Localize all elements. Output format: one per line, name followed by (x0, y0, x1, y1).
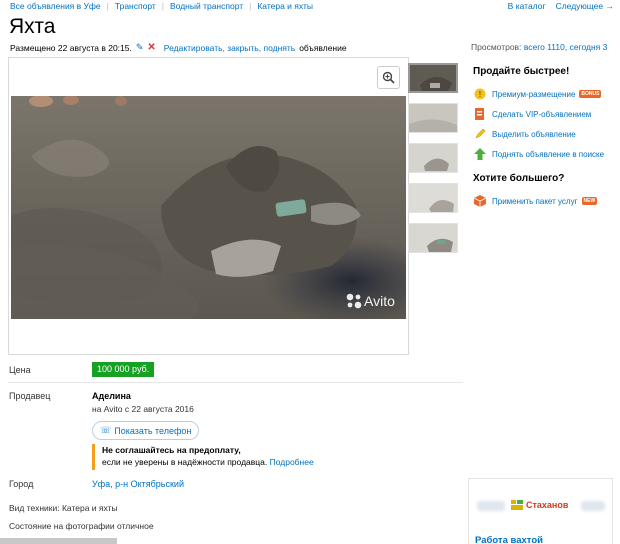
breadcrumb-water-transport[interactable]: Водный транспорт (170, 1, 243, 11)
warning-more-link[interactable]: Подробнее (270, 457, 314, 467)
ad-meta: Размещено 22 августа в 20:15. ✎ ✕ Редакт… (10, 42, 347, 53)
seller-name: Аделина (92, 391, 131, 401)
premium-icon: ! (473, 88, 486, 101)
breadcrumb-separator: | (106, 1, 109, 11)
svg-text:Avito: Avito (364, 293, 395, 309)
breadcrumb: Все объявления в Уфе | Транспорт | Водны… (10, 0, 313, 12)
pencil-icon[interactable]: ✎ (136, 42, 144, 53)
photo-thumbnail[interactable] (408, 143, 458, 173)
raise-item[interactable]: Поднять объявление в поиске (473, 144, 613, 164)
highlight-icon (473, 128, 486, 141)
photo-gallery: Avito (8, 57, 409, 355)
vip-item[interactable]: Сделать VIP-объявлением (473, 104, 613, 124)
sell-faster-panel: Продайте быстрее! ! Премиум-размещение B… (473, 66, 613, 211)
horizontal-scrollbar[interactable] (0, 538, 117, 544)
city-link[interactable]: Уфа, р-н Октябрьский (92, 479, 184, 489)
premium-placement-item[interactable]: ! Премиум-размещение BONUS (473, 84, 613, 104)
prepayment-warning: Не соглашайтесь на предоплату, если не у… (92, 444, 314, 470)
package-link[interactable]: Применить пакет услуг (492, 197, 578, 206)
arrow-up-icon (473, 148, 486, 161)
ad-brand: Стаханов (511, 500, 568, 510)
next-ad-link[interactable]: Следующее → (556, 1, 614, 11)
city-label: Город (9, 479, 34, 489)
bonus-badge: BONUS (579, 90, 602, 98)
main-photo[interactable]: Avito (11, 96, 406, 319)
ad-brand-name: Стаханов (526, 500, 569, 510)
show-phone-button[interactable]: ☏ Показать телефон (92, 421, 200, 440)
top-navigation: В каталог Следующее → (508, 0, 614, 12)
edit-suffix: объявление (299, 42, 347, 53)
seller-label: Продавец (9, 391, 51, 401)
photo-thumbnail[interactable] (408, 223, 458, 253)
breadcrumb-boats-yachts[interactable]: Катера и яхты (257, 1, 313, 11)
photo-thumbnail[interactable] (408, 63, 458, 93)
views-value[interactable]: всего 1110, сегодня 3 (524, 42, 608, 52)
posted-date: Размещено 22 августа в 20:15. (10, 42, 132, 53)
catalog-link[interactable]: В каталог (508, 1, 546, 11)
thumbnail-strip (408, 63, 458, 263)
want-more-title: Хотите большего? (473, 173, 565, 184)
breadcrumb-all-ads[interactable]: Все объявления в Уфе (10, 1, 101, 11)
warning-title: Не соглашайтесь на предоплату, (102, 445, 241, 455)
sell-faster-title: Продайте быстрее! (473, 66, 570, 77)
page-title: Яхта (9, 15, 56, 38)
advertisement[interactable]: Стаханов Работа вахтой (468, 478, 613, 544)
highlight-link[interactable]: Выделить объявление (492, 130, 576, 139)
price-label: Цена (9, 365, 31, 375)
edit-actions-link[interactable]: Редактировать, закрыть, поднять (164, 43, 295, 53)
package-icon (473, 195, 486, 208)
breadcrumb-separator: | (161, 1, 164, 11)
divider (8, 382, 463, 383)
ad-job-link[interactable]: Работа вахтой (475, 535, 543, 544)
breadcrumb-transport[interactable]: Транспорт (115, 1, 156, 11)
views-label: Просмотров: (471, 42, 522, 52)
raise-link[interactable]: Поднять объявление в поиске (492, 150, 604, 159)
zoom-button[interactable] (377, 66, 400, 89)
phone-icon: ☏ (100, 425, 112, 435)
brand-logo-icon (511, 500, 523, 510)
photo-thumbnail[interactable] (408, 103, 458, 133)
blurred-text (477, 501, 505, 511)
close-icon[interactable]: ✕ (147, 42, 155, 53)
warning-text: если не уверены в надёжности продавца. (102, 457, 268, 467)
photo-thumbnail[interactable] (408, 183, 458, 213)
param-condition: Состояние на фотографии отличное (9, 521, 154, 531)
highlight-item[interactable]: Выделить объявление (473, 124, 613, 144)
param-type: Вид техники: Катера и яхты (9, 503, 118, 513)
new-badge: NEW (581, 197, 598, 205)
premium-placement-link[interactable]: Премиум-размещение (492, 90, 575, 99)
vip-link[interactable]: Сделать VIP-объявлением (492, 110, 591, 119)
package-item[interactable]: Применить пакет услуг NEW (473, 191, 613, 211)
svg-text:!: ! (478, 90, 481, 99)
seller-since: на Avito с 22 августа 2016 (92, 404, 194, 414)
views-counter: Просмотров: всего 1110, сегодня 3 (471, 42, 607, 52)
zoom-in-icon (382, 71, 395, 84)
vip-icon (473, 108, 486, 121)
price-badge: 100 000 руб. (92, 362, 155, 377)
breadcrumb-separator: | (249, 1, 252, 11)
show-phone-label: Показать телефон (114, 425, 192, 436)
blurred-text (581, 501, 605, 511)
